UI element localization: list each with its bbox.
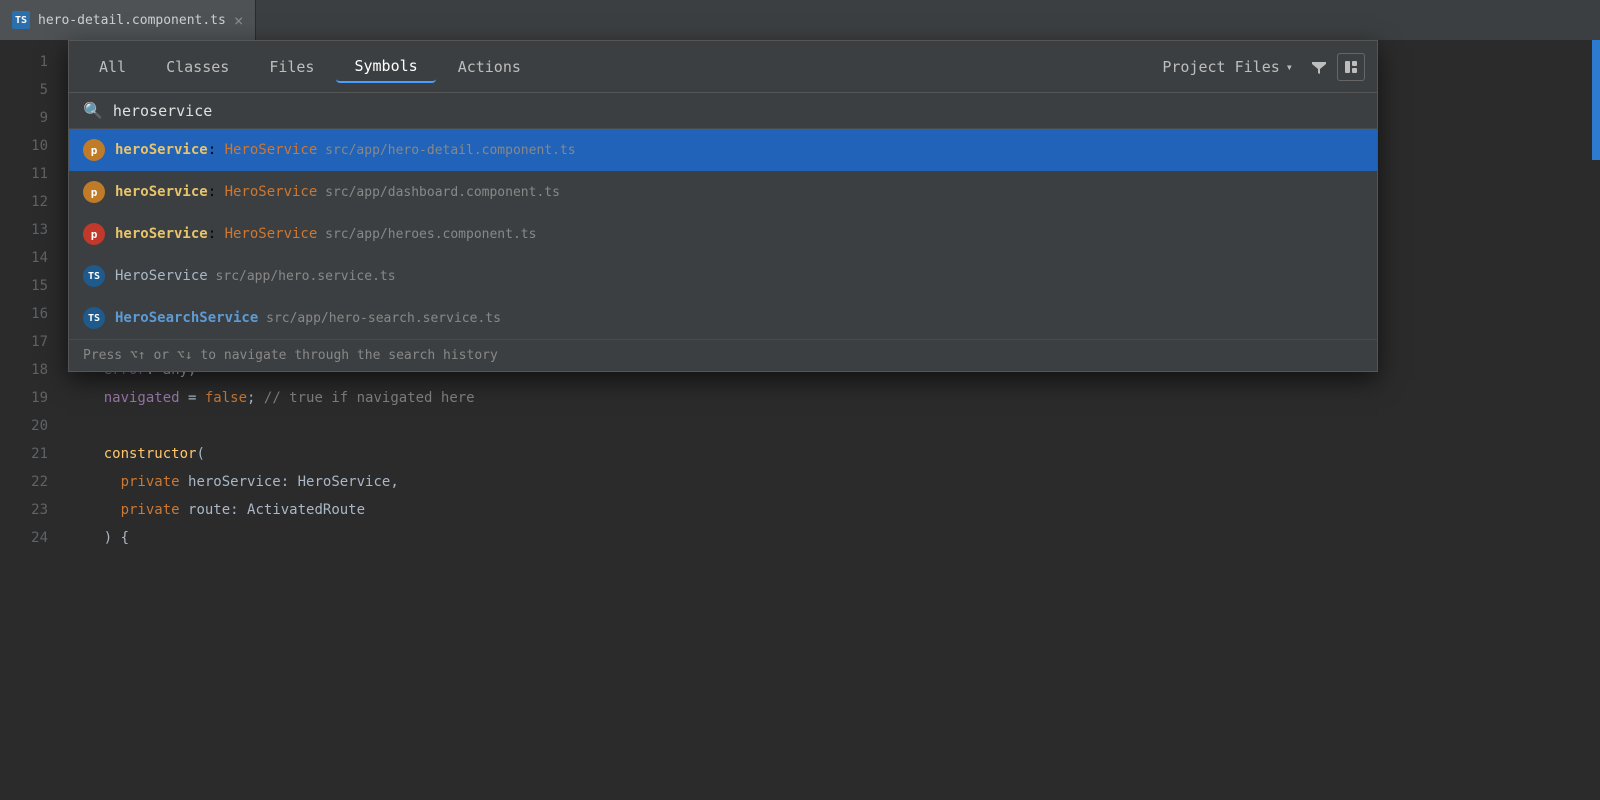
status-text: Press ⌥↑ or ⌥↓ to navigate through the s…	[83, 348, 498, 363]
result-item[interactable]: TS HeroSearchService src/app/hero-search…	[69, 297, 1377, 339]
tab-filename: hero-detail.component.ts	[38, 13, 226, 28]
result-name-blue: HeroSearchService	[115, 310, 258, 326]
tab-all[interactable]: All	[81, 52, 144, 82]
line-num: 17	[0, 328, 48, 356]
search-dropdown: All Classes Files Symbols Actions Projec…	[68, 40, 1378, 372]
result-highlight: heroService	[115, 142, 208, 158]
property-badge: p	[83, 139, 105, 161]
result-path: src/app/hero-search.service.ts	[258, 311, 501, 326]
result-type: HeroService	[225, 142, 318, 158]
code-line-21: constructor(	[70, 440, 1600, 468]
results-list: p heroService: HeroService src/app/hero-…	[69, 129, 1377, 339]
line-num: 1	[0, 48, 48, 76]
result-type: HeroService	[225, 226, 318, 242]
tab-classes[interactable]: Classes	[148, 52, 247, 82]
result-path: src/app/hero-detail.component.ts	[317, 143, 575, 158]
result-path: src/app/hero.service.ts	[208, 269, 396, 284]
result-item[interactable]: p heroService: HeroService src/app/hero-…	[69, 129, 1377, 171]
line-num: 9	[0, 104, 48, 132]
line-numbers: 1 5 9 10 11 12 13 14 15 16 17 18 19 20 2…	[0, 40, 60, 800]
line-num: 14	[0, 244, 48, 272]
result-highlight: heroService	[115, 184, 208, 200]
result-item[interactable]: p heroService: HeroService src/app/heroe…	[69, 213, 1377, 255]
property-badge: p	[83, 181, 105, 203]
tab-actions[interactable]: Actions	[440, 52, 539, 82]
line-num: 12	[0, 188, 48, 216]
line-num: 16	[0, 300, 48, 328]
result-path: src/app/dashboard.component.ts	[317, 185, 560, 200]
active-tab[interactable]: TS hero-detail.component.ts ×	[0, 0, 256, 40]
result-text: heroService: HeroService src/app/dashboa…	[115, 184, 1363, 200]
line-num: 19	[0, 384, 48, 412]
result-separator: :	[208, 226, 225, 242]
result-separator: :	[208, 184, 225, 200]
tab-files[interactable]: Files	[251, 52, 332, 82]
code-line-22: private heroService: HeroService,	[70, 468, 1600, 496]
line-num: 15	[0, 272, 48, 300]
property-badge-red: p	[83, 223, 105, 245]
ts-badge-small: TS	[83, 307, 105, 329]
line-num: 18	[0, 356, 48, 384]
status-bar: Press ⌥↑ or ⌥↓ to navigate through the s…	[69, 339, 1377, 371]
ts-badge: TS	[12, 11, 30, 29]
result-name: HeroService	[115, 268, 208, 284]
result-text: heroService: HeroService src/app/heroes.…	[115, 226, 1363, 242]
tab-bar: TS hero-detail.component.ts ×	[0, 0, 1600, 40]
result-path: src/app/heroes.component.ts	[317, 227, 536, 242]
result-separator: :	[208, 142, 225, 158]
code-line-20	[70, 412, 1600, 440]
result-text: HeroSearchService src/app/hero-search.se…	[115, 310, 1363, 326]
code-line-19: navigated = false; // true if navigated …	[70, 384, 1600, 412]
project-files-button[interactable]: Project Files ▾	[1154, 54, 1301, 80]
dropdown-tabs-row: All Classes Files Symbols Actions Projec…	[69, 41, 1377, 93]
code-line-23: private route: ActivatedRoute	[70, 496, 1600, 524]
search-row: 🔍 heroservice	[69, 93, 1377, 129]
tab-symbols[interactable]: Symbols	[336, 51, 435, 83]
result-item[interactable]: TS HeroService src/app/hero.service.ts	[69, 255, 1377, 297]
result-type: HeroService	[225, 184, 318, 200]
project-files-label: Project Files	[1162, 58, 1279, 76]
chevron-down-icon: ▾	[1286, 60, 1293, 74]
result-text: HeroService src/app/hero.service.ts	[115, 268, 1363, 284]
filter-icon[interactable]	[1305, 53, 1333, 81]
line-num: 20	[0, 412, 48, 440]
line-num: 13	[0, 216, 48, 244]
result-text: heroService: HeroService src/app/hero-de…	[115, 142, 1363, 158]
panel-icon[interactable]	[1337, 53, 1365, 81]
line-num: 24	[0, 524, 48, 552]
close-tab-button[interactable]: ×	[234, 11, 244, 30]
search-input[interactable]: heroservice	[113, 102, 1363, 120]
line-num: 10	[0, 132, 48, 160]
line-num: 5	[0, 76, 48, 104]
search-icon: 🔍	[83, 101, 103, 120]
scroll-accent-bar	[1592, 40, 1600, 160]
line-num: 23	[0, 496, 48, 524]
result-item[interactable]: p heroService: HeroService src/app/dashb…	[69, 171, 1377, 213]
line-num: 21	[0, 440, 48, 468]
line-num: 22	[0, 468, 48, 496]
code-line-24: ) {	[70, 524, 1600, 552]
result-highlight: heroService	[115, 226, 208, 242]
line-num: 11	[0, 160, 48, 188]
ts-badge-small: TS	[83, 265, 105, 287]
